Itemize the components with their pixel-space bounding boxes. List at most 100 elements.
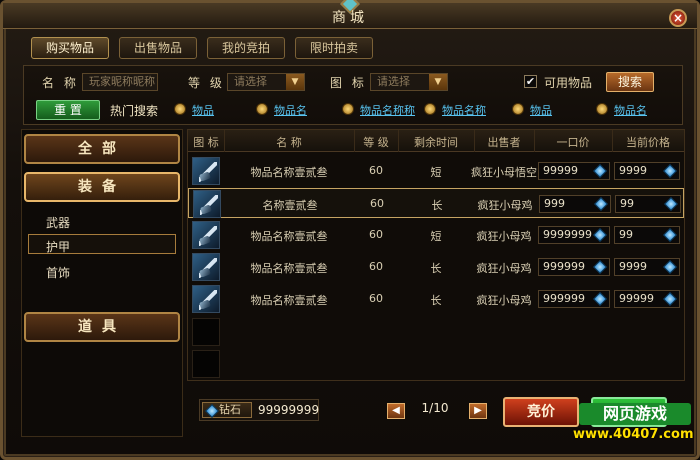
buyout-price: 999 [539, 195, 611, 213]
chevron-down-icon: ▼ [429, 74, 447, 90]
hot-search-item[interactable]: 物品名称称 [360, 102, 415, 118]
header-buyout: 一口价 [556, 136, 590, 149]
header-time-left: 剩余时间 [414, 136, 458, 149]
diamond-icon [204, 403, 220, 419]
category-equipment-button[interactable]: 装备 [24, 172, 180, 202]
category-all-button[interactable]: 全部 [24, 134, 180, 164]
diamond-balance: 钻石 99999999 [199, 399, 319, 421]
current-price-value: 9999 [619, 164, 647, 177]
tab-my-bids[interactable]: 我的竞拍 [207, 37, 285, 59]
table-row[interactable]: 物品名称壹贰叁 60 短 疯狂小母鸡 9999999 99 [188, 220, 684, 250]
sword-icon [199, 226, 217, 246]
current-price: 9999 [614, 162, 680, 180]
name-label: 名 称 [42, 76, 79, 90]
sword-icon [200, 195, 218, 215]
table-row-selected[interactable]: 名称壹贰叁 60 长 疯狂小母鸡 999 99 [188, 188, 684, 218]
diamond-icon [592, 227, 608, 243]
close-icon: × [672, 11, 684, 25]
current-price: 99 [614, 226, 680, 244]
subcategory-armor[interactable]: 护甲 [46, 238, 70, 255]
item-icon-box [192, 285, 220, 313]
item-name: 物品名称壹贰叁 [250, 166, 328, 179]
diamond-icon [592, 291, 608, 307]
buyout-price: 99999 [538, 162, 610, 180]
diamond-icon [593, 196, 609, 212]
subcategory-jewelry[interactable]: 首饰 [46, 264, 70, 281]
hot-search-label: 热门搜索 [110, 104, 159, 118]
table-row-empty [188, 316, 684, 346]
item-name: 物品名称壹贰叁 [250, 230, 328, 243]
table-row-empty [188, 348, 684, 378]
tab-timed-auction[interactable]: 限时拍卖 [295, 37, 373, 59]
sword-icon [199, 162, 217, 182]
buyout-price-value: 999999 [543, 260, 585, 273]
buyout-price-value: 999 [544, 197, 565, 210]
buyout-price-value: 9999999 [543, 228, 592, 241]
tab-sell[interactable]: 出售物品 [119, 37, 197, 59]
table-row[interactable]: 物品名称壹贰叁 60 长 疯狂小母鸡 999999 9999 [188, 252, 684, 282]
current-price-value: 99999 [619, 292, 654, 305]
table-row[interactable]: 物品名称壹贰叁 60 短 疯狂小母悟空 99999 9999 [188, 156, 684, 186]
item-level: 60 [370, 197, 384, 210]
diamond-icon [662, 291, 678, 307]
prev-page-button[interactable]: ◀ [387, 403, 405, 419]
item-name: 名称壹贰叁 [262, 199, 318, 212]
available-label: 可用物品 [544, 76, 593, 90]
sword-icon [199, 290, 217, 310]
hot-search-item[interactable]: 物品 [530, 102, 552, 118]
current-price: 9999 [614, 258, 680, 276]
coin-icon [342, 103, 354, 115]
diamond-icon [662, 227, 678, 243]
item-icon-box [192, 157, 220, 185]
level-label: 等 级 [188, 76, 225, 90]
level-select[interactable]: 请选择 ▼ [227, 73, 305, 91]
diamond-icon [592, 259, 608, 275]
title-bar: 商城 × [3, 0, 697, 29]
current-price: 99999 [614, 290, 680, 308]
item-icon-box [193, 190, 221, 218]
coin-icon [174, 103, 186, 115]
category-props-button[interactable]: 道具 [24, 312, 180, 342]
coin-icon [256, 103, 268, 115]
search-button[interactable]: 搜索 [606, 72, 654, 92]
empty-slot [192, 350, 220, 378]
hot-search-item[interactable]: 物品名称 [442, 102, 486, 118]
diamond-icon [662, 163, 678, 179]
header-icon: 图 标 [193, 136, 219, 149]
watermark-url: www.40407.com [573, 427, 694, 442]
header-name: 名 称 [276, 136, 302, 149]
diamond-icon [663, 196, 679, 212]
hot-search-item[interactable]: 物品名 [614, 102, 647, 118]
chevron-left-icon: ◀ [392, 405, 400, 416]
bid-button[interactable]: 竞价 [503, 397, 579, 427]
next-page-button[interactable]: ▶ [469, 403, 487, 419]
item-level: 60 [369, 292, 383, 305]
buyout-price-value: 999999 [543, 292, 585, 305]
coin-icon [424, 103, 436, 115]
hot-search-item[interactable]: 物品 [192, 102, 214, 118]
item-icon-box [192, 253, 220, 281]
window-title: 商城 [332, 10, 368, 26]
diamond-button[interactable]: 钻石 [202, 402, 252, 419]
name-input[interactable]: 玩家昵称昵称 [82, 73, 158, 91]
current-price-value: 99 [620, 197, 634, 210]
chevron-right-icon: ▶ [474, 405, 482, 416]
icon-label: 图 标 [330, 76, 367, 90]
header-current-price: 当前价格 [626, 136, 670, 149]
close-button[interactable]: × [669, 9, 687, 27]
table-row[interactable]: 物品名称壹贰叁 60 长 疯狂小母鸡 999999 99999 [188, 284, 684, 314]
category-panel: 全部 装备 武器 护甲 首饰 道具 [21, 129, 183, 437]
icon-select-value: 请选择 [377, 75, 410, 88]
diamond-value: 99999999 [258, 403, 320, 417]
icon-select[interactable]: 请选择 ▼ [370, 73, 448, 91]
available-checkbox[interactable]: ✔ [524, 75, 537, 88]
coin-icon [596, 103, 608, 115]
reset-button[interactable]: 重 置 [36, 100, 100, 120]
hot-search-item[interactable]: 物品名 [274, 102, 307, 118]
watermark-title: 网页游戏 [579, 403, 691, 425]
table-header: 图 标 名 称 等 级 剩余时间 出售者 一口价 当前价格 [188, 130, 684, 152]
subcategory-weapon[interactable]: 武器 [46, 214, 70, 231]
buyout-price: 999999 [538, 290, 610, 308]
tab-buy[interactable]: 购买物品 [31, 37, 109, 59]
buyout-price: 9999999 [538, 226, 610, 244]
